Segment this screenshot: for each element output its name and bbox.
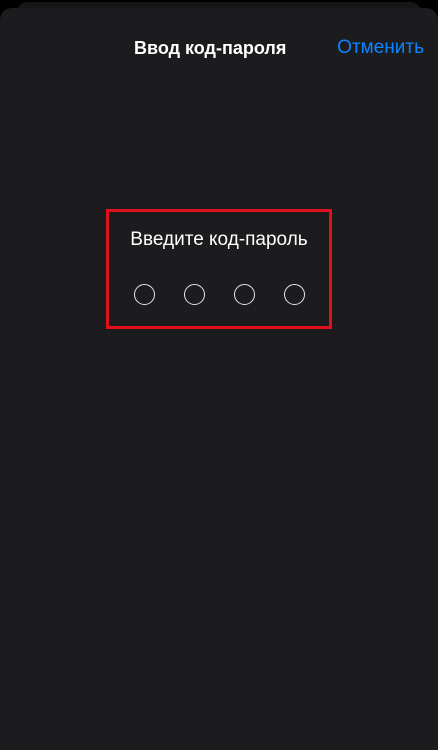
page-title: Ввод код-пароля: [134, 38, 287, 58]
passcode-dot-4: [283, 284, 305, 305]
passcode-sheet: Ввод код-пароля Отменить: [0, 8, 438, 750]
passcode-entry-highlight: Введите код-пароль: [106, 209, 332, 329]
passcode-dot-3: [233, 284, 255, 305]
passcode-dots[interactable]: [109, 284, 329, 305]
cancel-button[interactable]: Отменить: [337, 37, 424, 59]
passcode-dot-2: [183, 284, 205, 305]
passcode-prompt: Введите код-пароль: [130, 229, 308, 250]
passcode-dot-1: [133, 284, 155, 305]
